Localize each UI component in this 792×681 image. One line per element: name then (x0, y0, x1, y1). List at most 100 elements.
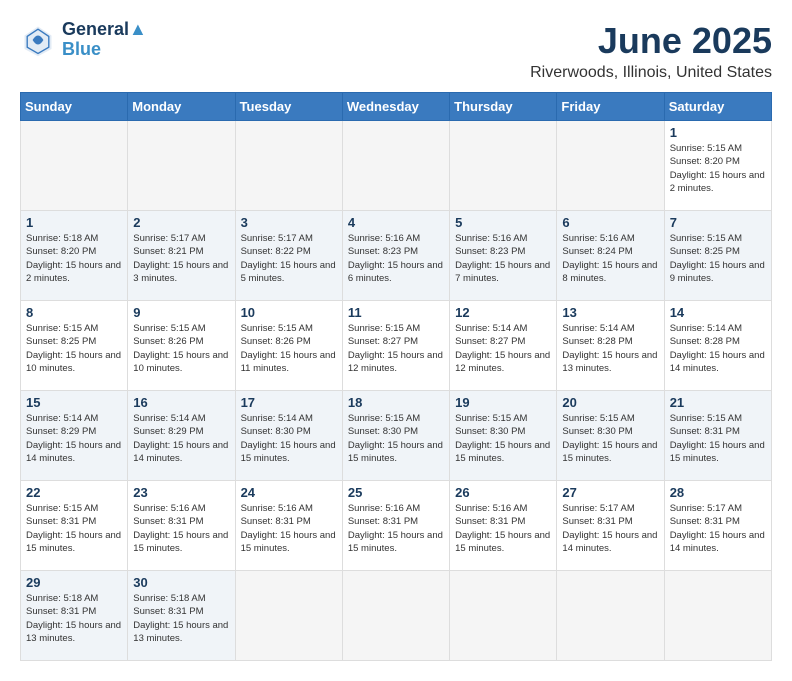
calendar-cell (557, 121, 664, 211)
day-number: 30 (133, 575, 229, 590)
day-info: Sunrise: 5:17 AMSunset: 8:31 PMDaylight:… (670, 502, 766, 555)
calendar-cell: 29 Sunrise: 5:18 AMSunset: 8:31 PMDayligh… (21, 571, 128, 661)
day-number: 27 (562, 485, 658, 500)
day-number: 24 (241, 485, 337, 500)
day-info: Sunrise: 5:15 AMSunset: 8:20 PMDaylight:… (670, 142, 766, 195)
calendar-header-row: SundayMondayTuesdayWednesdayThursdayFrid… (21, 93, 772, 121)
month-title: June 2025 (530, 20, 772, 62)
calendar-cell (557, 571, 664, 661)
calendar-cell: 9 Sunrise: 5:15 AMSunset: 8:26 PMDaylight… (128, 301, 235, 391)
calendar-cell: 15Sunrise: 5:14 AMSunset: 8:29 PMDayligh… (21, 391, 128, 481)
day-info: Sunrise: 5:15 AMSunset: 8:25 PMDaylight:… (26, 322, 122, 375)
day-number: 19 (455, 395, 551, 410)
calendar: SundayMondayTuesdayWednesdayThursdayFrid… (20, 92, 772, 661)
day-info: Sunrise: 5:18 AMSunset: 8:31 PMDaylight:… (26, 592, 122, 645)
calendar-cell: 26 Sunrise: 5:16 AMSunset: 8:31 PMDayligh… (450, 481, 557, 571)
weekday-header: Wednesday (342, 93, 449, 121)
calendar-cell: 10Sunrise: 5:15 AMSunset: 8:26 PMDayligh… (235, 301, 342, 391)
weekday-header: Saturday (664, 93, 771, 121)
day-number: 26 (455, 485, 551, 500)
day-number: 4 (348, 215, 444, 230)
calendar-cell (21, 121, 128, 211)
day-info: Sunrise: 5:16 AMSunset: 8:31 PMDaylight:… (133, 502, 229, 555)
calendar-cell: 1 Sunrise: 5:15 AMSunset: 8:20 PMDaylight… (664, 121, 771, 211)
calendar-cell: 23 Sunrise: 5:16 AMSunset: 8:31 PMDayligh… (128, 481, 235, 571)
day-number: 11 (348, 305, 444, 320)
day-info: Sunrise: 5:15 AMSunset: 8:31 PMDaylight:… (670, 412, 766, 465)
calendar-cell: 2 Sunrise: 5:17 AMSunset: 8:21 PMDaylight… (128, 211, 235, 301)
day-info: Sunrise: 5:14 AMSunset: 8:29 PMDaylight:… (26, 412, 122, 465)
logo-icon (20, 22, 56, 58)
day-info: Sunrise: 5:15 AMSunset: 8:31 PMDaylight:… (26, 502, 122, 555)
calendar-cell: 7 Sunrise: 5:15 AMSunset: 8:25 PMDaylight… (664, 211, 771, 301)
calendar-cell: 30Sunrise: 5:18 AMSunset: 8:31 PMDayligh… (128, 571, 235, 661)
day-number: 17 (241, 395, 337, 410)
calendar-cell (235, 571, 342, 661)
day-number: 20 (562, 395, 658, 410)
day-info: Sunrise: 5:15 AMSunset: 8:25 PMDaylight:… (670, 232, 766, 285)
day-info: Sunrise: 5:15 AMSunset: 8:30 PMDaylight:… (562, 412, 658, 465)
day-number: 29 (26, 575, 122, 590)
weekday-header: Tuesday (235, 93, 342, 121)
day-number: 25 (348, 485, 444, 500)
day-number: 23 (133, 485, 229, 500)
day-number: 2 (133, 215, 229, 230)
calendar-cell: 27Sunrise: 5:17 AMSunset: 8:31 PMDayligh… (557, 481, 664, 571)
calendar-cell (450, 121, 557, 211)
calendar-cell: 21 Sunrise: 5:15 AMSunset: 8:31 PMDayligh… (664, 391, 771, 481)
day-number: 9 (133, 305, 229, 320)
calendar-cell (235, 121, 342, 211)
calendar-cell (342, 121, 449, 211)
day-info: Sunrise: 5:14 AMSunset: 8:27 PMDaylight:… (455, 322, 551, 375)
calendar-cell (664, 571, 771, 661)
calendar-cell: 14Sunrise: 5:14 AMSunset: 8:28 PMDayligh… (664, 301, 771, 391)
day-number: 1 (670, 125, 766, 140)
calendar-week-row: 8Sunrise: 5:15 AMSunset: 8:25 PMDaylight… (21, 301, 772, 391)
calendar-cell: 5Sunrise: 5:16 AMSunset: 8:23 PMDaylight… (450, 211, 557, 301)
day-info: Sunrise: 5:16 AMSunset: 8:23 PMDaylight:… (348, 232, 444, 285)
day-info: Sunrise: 5:14 AMSunset: 8:28 PMDaylight:… (670, 322, 766, 375)
day-number: 21 (670, 395, 766, 410)
calendar-cell: 13Sunrise: 5:14 AMSunset: 8:28 PMDayligh… (557, 301, 664, 391)
day-number: 12 (455, 305, 551, 320)
day-info: Sunrise: 5:17 AMSunset: 8:22 PMDaylight:… (241, 232, 337, 285)
calendar-cell: 3 Sunrise: 5:17 AMSunset: 8:22 PMDaylight… (235, 211, 342, 301)
calendar-cell: 25 Sunrise: 5:16 AMSunset: 8:31 PMDayligh… (342, 481, 449, 571)
calendar-cell: 18 Sunrise: 5:15 AMSunset: 8:30 PMDayligh… (342, 391, 449, 481)
weekday-header: Thursday (450, 93, 557, 121)
calendar-week-row: 15Sunrise: 5:14 AMSunset: 8:29 PMDayligh… (21, 391, 772, 481)
day-number: 6 (562, 215, 658, 230)
weekday-header: Monday (128, 93, 235, 121)
day-info: Sunrise: 5:16 AMSunset: 8:31 PMDaylight:… (241, 502, 337, 555)
calendar-cell: 19 Sunrise: 5:15 AMSunset: 8:30 PMDayligh… (450, 391, 557, 481)
calendar-cell: 22Sunrise: 5:15 AMSunset: 8:31 PMDayligh… (21, 481, 128, 571)
day-info: Sunrise: 5:16 AMSunset: 8:31 PMDaylight:… (348, 502, 444, 555)
calendar-week-row: 1 Sunrise: 5:15 AMSunset: 8:20 PMDaylight… (21, 121, 772, 211)
day-number: 1 (26, 215, 122, 230)
day-number: 16 (133, 395, 229, 410)
logo-text: General▲ Blue (62, 20, 147, 60)
calendar-cell: 24 Sunrise: 5:16 AMSunset: 8:31 PMDayligh… (235, 481, 342, 571)
calendar-week-row: 22Sunrise: 5:15 AMSunset: 8:31 PMDayligh… (21, 481, 772, 571)
day-info: Sunrise: 5:15 AMSunset: 8:26 PMDaylight:… (133, 322, 229, 375)
day-number: 7 (670, 215, 766, 230)
day-number: 28 (670, 485, 766, 500)
day-info: Sunrise: 5:18 AMSunset: 8:20 PMDaylight:… (26, 232, 122, 285)
day-info: Sunrise: 5:15 AMSunset: 8:30 PMDaylight:… (348, 412, 444, 465)
day-info: Sunrise: 5:16 AMSunset: 8:31 PMDaylight:… (455, 502, 551, 555)
day-info: Sunrise: 5:17 AMSunset: 8:21 PMDaylight:… (133, 232, 229, 285)
day-info: Sunrise: 5:15 AMSunset: 8:30 PMDaylight:… (455, 412, 551, 465)
calendar-cell: 4 Sunrise: 5:16 AMSunset: 8:23 PMDaylight… (342, 211, 449, 301)
day-number: 3 (241, 215, 337, 230)
calendar-cell: 6Sunrise: 5:16 AMSunset: 8:24 PMDaylight… (557, 211, 664, 301)
title-area: June 2025 Riverwoods, Illinois, United S… (530, 20, 772, 82)
location-title: Riverwoods, Illinois, United States (530, 64, 772, 82)
day-number: 10 (241, 305, 337, 320)
weekday-header: Friday (557, 93, 664, 121)
day-number: 18 (348, 395, 444, 410)
calendar-week-row: 29 Sunrise: 5:18 AMSunset: 8:31 PMDayligh… (21, 571, 772, 661)
calendar-cell: 11Sunrise: 5:15 AMSunset: 8:27 PMDayligh… (342, 301, 449, 391)
calendar-week-row: 1 Sunrise: 5:18 AMSunset: 8:20 PMDaylight… (21, 211, 772, 301)
calendar-cell: 28 Sunrise: 5:17 AMSunset: 8:31 PMDayligh… (664, 481, 771, 571)
calendar-cell: 17Sunrise: 5:14 AMSunset: 8:30 PMDayligh… (235, 391, 342, 481)
